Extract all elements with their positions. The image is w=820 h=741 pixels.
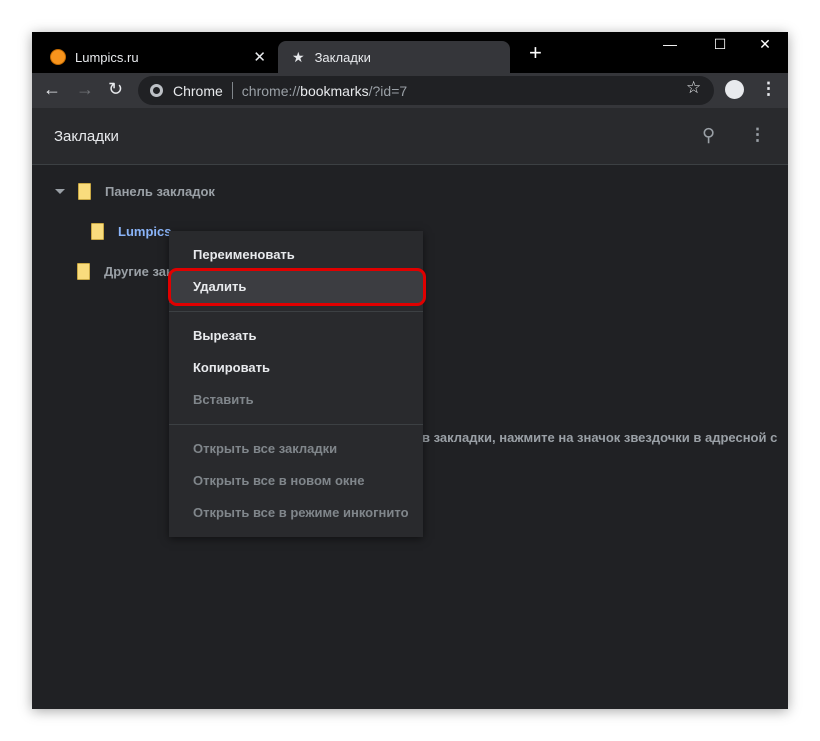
reload-icon[interactable]: ↻	[108, 79, 123, 100]
star-icon: ★	[292, 48, 305, 65]
tab-bookmarks[interactable]: ★ Закладки	[278, 41, 510, 73]
menu-item-rename[interactable]: Переименовать	[169, 239, 423, 271]
minimize-button[interactable]: —	[660, 36, 680, 52]
menu-item-open-all[interactable]: Открыть все закладки	[169, 433, 423, 465]
new-tab-button[interactable]: +	[529, 42, 542, 64]
search-icon[interactable]: ⚲	[702, 125, 715, 146]
close-window-button[interactable]: ✕	[755, 36, 775, 53]
more-options-icon[interactable]: ⋮	[749, 125, 766, 145]
page-title: Закладки	[54, 128, 119, 145]
site-label: Chrome	[173, 82, 223, 99]
folder-icon	[78, 183, 91, 200]
tab-lumpics[interactable]: Lumpics.ru ✕	[32, 41, 278, 73]
maximize-button[interactable]: ☐	[710, 36, 730, 53]
chrome-icon	[150, 84, 163, 97]
bookmark-star-icon[interactable]: ☆	[686, 78, 701, 98]
divider	[231, 82, 233, 99]
menu-divider	[169, 311, 423, 312]
url-text: chrome://bookmarks/?id=7	[241, 82, 408, 99]
expand-arrow-icon[interactable]	[55, 189, 65, 194]
orange-favicon-icon	[50, 49, 66, 65]
tree-item-lumpics[interactable]: Lumpics	[91, 223, 171, 240]
more-menu-icon[interactable]: ⋮	[760, 79, 777, 99]
menu-item-open-incognito[interactable]: Открыть все в режиме инкогнито	[169, 497, 423, 529]
tree-item-label: Другие зак	[104, 264, 173, 279]
account-avatar-icon[interactable]	[725, 80, 744, 99]
tree-item-label: Lumpics	[118, 224, 172, 239]
browser-window: Lumpics.ru ✕ ★ Закладки + — ☐ ✕ ← → ↻ Ch…	[32, 32, 788, 709]
highlight-annotation	[168, 268, 426, 306]
menu-item-paste[interactable]: Вставить	[169, 384, 423, 416]
back-icon[interactable]: ←	[43, 79, 61, 100]
menu-divider	[169, 424, 423, 425]
menu-item-cut[interactable]: Вырезать	[169, 320, 423, 352]
forward-icon[interactable]: →	[76, 79, 94, 100]
menu-item-copy[interactable]: Копировать	[169, 352, 423, 384]
address-bar[interactable]: Chrome chrome://bookmarks/?id=7	[138, 76, 714, 105]
tab-close-icon[interactable]: ✕	[253, 48, 266, 66]
tree-item-label: Панель закладок	[105, 184, 215, 199]
folder-icon	[77, 263, 90, 280]
tab-strip: Lumpics.ru ✕ ★ Закладки + — ☐ ✕	[32, 32, 788, 73]
empty-list-message: в закладки, нажмите на значок звездочки …	[422, 430, 778, 445]
tab-title: Lumpics.ru	[75, 49, 139, 65]
page-header: Закладки ⚲ ⋮	[32, 108, 788, 165]
tab-title: Закладки	[314, 49, 371, 65]
toolbar: ← → ↻ Chrome chrome://bookmarks/?id=7 ☆ …	[32, 73, 788, 108]
tree-item-other[interactable]: Другие зак	[77, 263, 173, 280]
tree-item-bookmarks-bar[interactable]: Панель закладок	[55, 183, 215, 200]
folder-icon	[91, 223, 104, 240]
menu-item-open-new-window[interactable]: Открыть все в новом окне	[169, 465, 423, 497]
